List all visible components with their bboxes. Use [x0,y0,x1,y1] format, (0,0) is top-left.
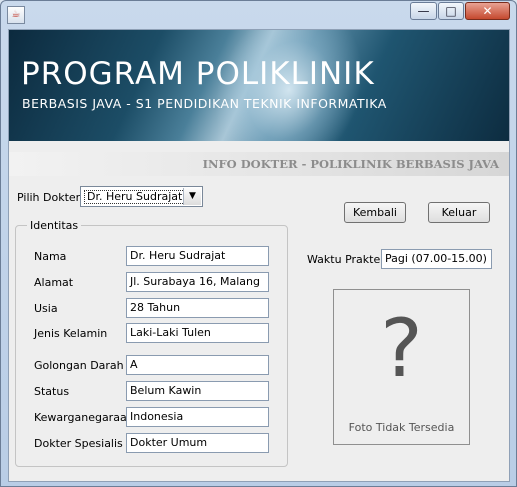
blood-type-label: Golongan Darah [34,359,124,372]
photo-caption: Foto Tidak Tersedia [348,421,455,434]
header-banner: PROGRAM POLIKLINIK BERBASIS JAVA - S1 PE… [9,30,509,141]
age-label: Usia [34,302,58,315]
doctor-photo-placeholder: ? Foto Tidak Tersedia [333,289,470,445]
doctor-select-label: Pilih Dokter [17,191,81,204]
blood-type-field[interactable]: A [126,355,269,375]
name-label: Nama [34,250,67,263]
marital-status-label: Status [34,385,70,398]
identity-group-title: Identitas [27,219,82,232]
practice-time-label: Waktu Praktek [307,253,387,266]
section-title: INFO DOKTER - POLIKLINIK BERBASIS JAVA [202,157,499,171]
exit-button[interactable]: Keluar [428,202,490,223]
address-label: Alamat [34,276,74,289]
banner-title: PROGRAM POLIKLINIK [21,56,375,92]
specialist-field[interactable]: Dokter Umum [126,433,269,453]
title-bar[interactable]: ☕ — □ ✕ [1,1,516,29]
practice-time-field[interactable]: Pagi (07.00-15.00) [381,249,492,269]
citizenship-field[interactable]: Indonesia [126,407,269,427]
gender-field[interactable]: Laki-Laki Tulen [126,323,269,343]
section-header: INFO DOKTER - POLIKLINIK BERBASIS JAVA [9,152,509,176]
age-field[interactable]: 28 Tahun [126,298,269,318]
marital-status-field[interactable]: Belum Kawin [126,381,269,401]
specialist-label: Dokter Spesialis [34,437,123,450]
address-field[interactable]: Jl. Surabaya 16, Malang [126,272,269,292]
name-field[interactable]: Dr. Heru Sudrajat [126,246,269,266]
back-button[interactable]: Kembali [344,202,406,223]
question-mark-icon: ? [380,302,423,395]
close-button[interactable]: ✕ [465,2,510,20]
java-cup-icon[interactable]: ☕ [7,6,25,24]
application-window: ☕ — □ ✕ PROGRAM POLIKLINIK BERBASIS JAVA… [0,0,517,487]
minimize-button[interactable]: — [410,2,437,20]
doctor-select[interactable]: Dr. Heru Sudrajat ▼ [80,186,203,207]
gender-label: Jenis Kelamin [34,327,108,340]
doctor-select-value: Dr. Heru Sudrajat [84,190,186,204]
client-area: PROGRAM POLIKLINIK BERBASIS JAVA - S1 PE… [8,29,510,482]
citizenship-label: Kewarganegaraan [34,411,134,424]
chevron-down-icon[interactable]: ▼ [183,188,201,205]
banner-subtitle: BERBASIS JAVA - S1 PENDIDIKAN TEKNIK INF… [22,96,387,111]
maximize-button[interactable]: □ [438,2,464,20]
